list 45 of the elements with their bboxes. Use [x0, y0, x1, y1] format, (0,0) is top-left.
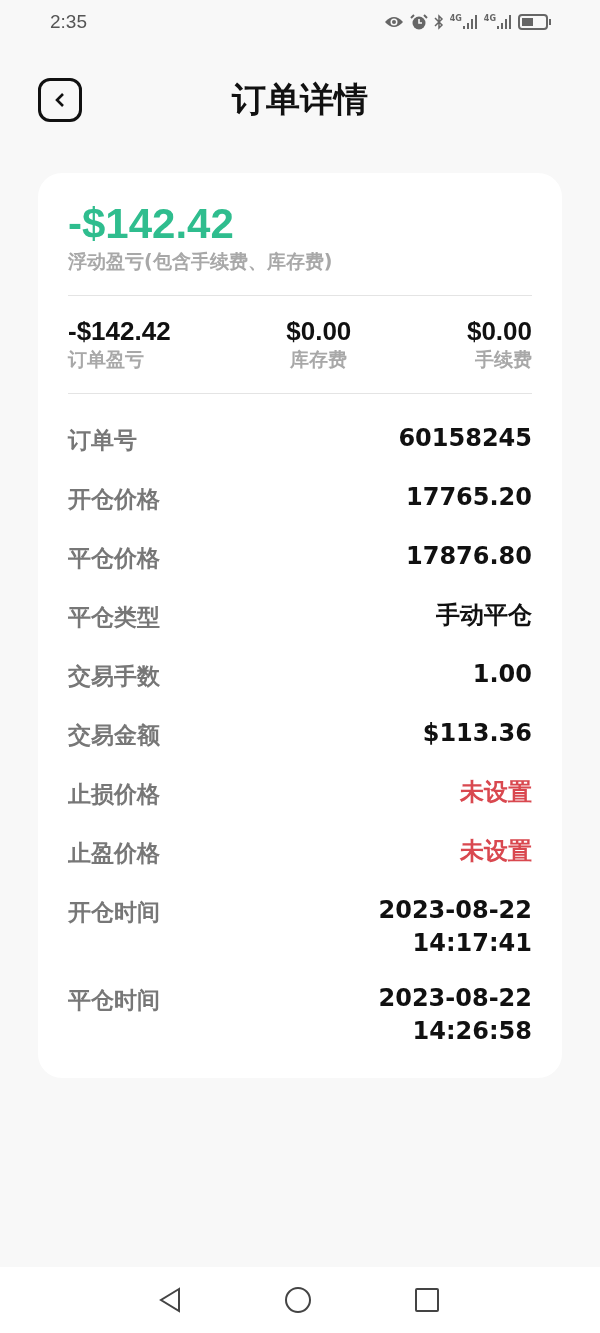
- detail-value: 手动平仓: [436, 600, 532, 632]
- detail-value: 17876.80: [406, 541, 532, 573]
- floating-pnl: -$142.42: [68, 201, 234, 248]
- detail-label: 订单号: [68, 426, 137, 456]
- detail-value: 14:17:41: [412, 928, 532, 960]
- battery-icon: [518, 14, 552, 30]
- recents-nav-icon[interactable]: [414, 1287, 440, 1313]
- bluetooth-icon: [433, 14, 444, 30]
- stat-label: 库存费: [290, 347, 348, 373]
- stat-value: -$142.42: [68, 316, 171, 348]
- signal-icon: [496, 15, 512, 29]
- eye-icon: [383, 15, 404, 29]
- stat-value: $0.00: [286, 316, 352, 348]
- detail-value: 未设置: [460, 836, 532, 868]
- signal-icon: [461, 15, 478, 29]
- detail-value: 14:26:58: [412, 1016, 532, 1048]
- detail-label: 开仓时间: [68, 898, 160, 928]
- detail-value: 2023-08-22: [378, 983, 532, 1015]
- stat-label: 手续费: [475, 347, 532, 373]
- stat-value: $0.00: [466, 316, 532, 348]
- chevron-left-icon: [53, 92, 67, 108]
- detail-label: 止损价格: [68, 780, 160, 810]
- detail-value: 2023-08-22: [378, 895, 532, 927]
- page-title: 订单详情: [230, 78, 369, 121]
- back-button[interactable]: [38, 78, 82, 122]
- stat-label: 订单盈亏: [68, 347, 145, 373]
- network-label: 4G: [483, 15, 496, 23]
- detail-value: 1.00: [472, 659, 532, 691]
- detail-label: 开仓价格: [68, 485, 160, 515]
- floating-pnl-caption: 浮动盈亏(包含手续费、库存费): [68, 249, 333, 275]
- detail-label: 平仓价格: [68, 544, 160, 574]
- back-nav-icon[interactable]: [158, 1287, 182, 1313]
- detail-value: 未设置: [460, 777, 532, 809]
- alarm-icon: [409, 14, 428, 30]
- network-label: 4G: [449, 15, 462, 23]
- detail-label: 交易金额: [68, 721, 160, 751]
- detail-label: 平仓时间: [68, 986, 160, 1016]
- detail-label: 交易手数: [68, 662, 160, 692]
- detail-value: $113.36: [422, 718, 532, 750]
- status-time: 2:35: [50, 11, 87, 33]
- home-nav-icon[interactable]: [284, 1286, 312, 1314]
- detail-label: 平仓类型: [68, 603, 160, 633]
- detail-label: 止盈价格: [68, 839, 160, 869]
- detail-value: 17765.20: [406, 482, 532, 514]
- detail-value: 60158245: [398, 423, 532, 455]
